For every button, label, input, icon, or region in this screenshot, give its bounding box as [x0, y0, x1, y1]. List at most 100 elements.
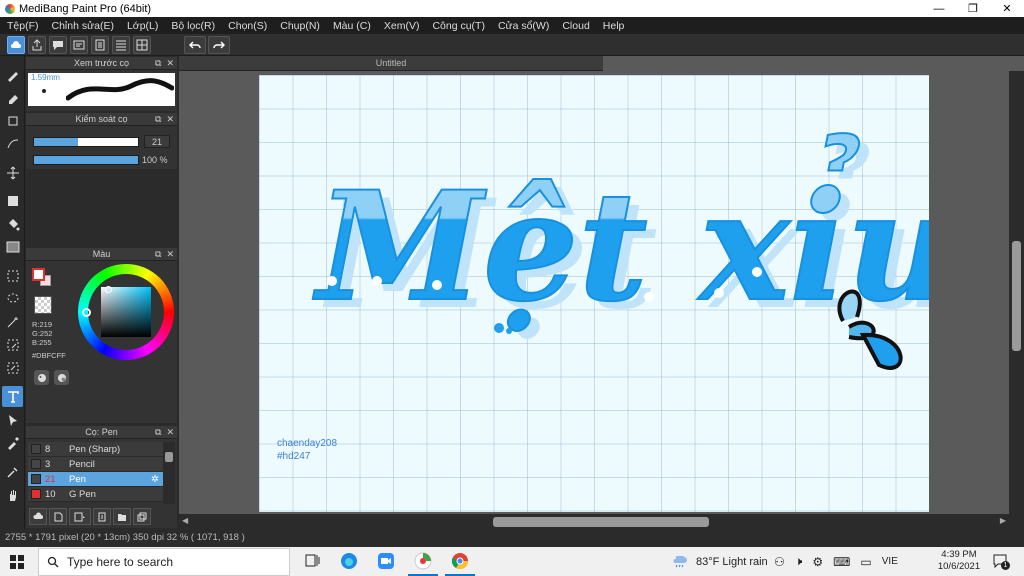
redo-icon[interactable] — [208, 36, 230, 54]
clock[interactable]: 4:39 PM 10/6/2021 — [936, 549, 982, 573]
new-brush-icon[interactable] — [49, 508, 67, 525]
eraser-tool-icon[interactable] — [2, 87, 23, 108]
dropper-tool-icon[interactable] — [2, 432, 23, 453]
menu-file[interactable]: Tệp(F) — [7, 20, 39, 32]
brush-settings-gear-icon[interactable]: ✲ — [151, 474, 159, 485]
medibang-app-icon[interactable] — [408, 552, 438, 576]
brush-size-value[interactable]: 21 — [144, 135, 170, 148]
close-panel-icon[interactable]: ✕ — [166, 249, 174, 260]
cloud-brush-icon[interactable] — [29, 508, 47, 525]
cloud-icon[interactable] — [7, 36, 25, 54]
folder-icon[interactable] — [113, 508, 131, 525]
text-tool-icon[interactable] — [2, 386, 23, 407]
lasso-tool-icon[interactable] — [2, 288, 23, 309]
brush-list-item[interactable]: 10 G Pen — [28, 487, 163, 502]
duplicate-brush-icon[interactable] — [133, 508, 151, 525]
keyboard-icon[interactable]: ⌨ — [833, 555, 850, 569]
move-tool-icon[interactable] — [2, 162, 23, 183]
list-icon[interactable] — [112, 36, 130, 54]
display-icon[interactable]: ▭ — [860, 555, 871, 569]
palette-settings-icon[interactable] — [54, 370, 69, 385]
select-pen-icon[interactable] — [2, 334, 23, 355]
share-icon[interactable] — [28, 36, 46, 54]
menu-cloud[interactable]: Cloud — [562, 20, 589, 32]
windows-start-icon[interactable] — [10, 555, 24, 569]
grid-icon[interactable] — [133, 36, 151, 54]
language-indicator[interactable]: VIE — [882, 556, 898, 567]
scroll-right-arrow-icon[interactable]: ▶ — [1000, 516, 1006, 525]
saturation-square[interactable] — [101, 287, 151, 337]
brush-list-panel: Cọ: Pen ⧉ ✕ 8 Pen (Sharp) 3 Pencil 21 Pen ✲ 10 G … — [26, 426, 177, 528]
horizontal-scroll-thumb[interactable] — [493, 517, 709, 527]
close-panel-icon[interactable]: ✕ — [166, 427, 174, 438]
people-icon[interactable]: ⚇ — [774, 555, 785, 569]
add-brush-icon[interactable] — [69, 508, 91, 525]
edge-browser-icon[interactable] — [340, 552, 358, 570]
hue-selector[interactable] — [82, 308, 91, 317]
brush-list-scrollbar[interactable] — [163, 442, 175, 504]
bucket-tool-icon[interactable] — [2, 213, 23, 234]
brush-size-label: 1.59mm — [31, 73, 60, 82]
brush-size-slider[interactable] — [33, 137, 139, 147]
vertical-scrollbar[interactable] — [1009, 71, 1024, 514]
foreground-color-swatch[interactable] — [32, 268, 45, 281]
shape-tool-icon[interactable] — [2, 110, 23, 131]
menu-color[interactable]: Màu (C) — [333, 20, 371, 32]
menu-help[interactable]: Help — [603, 20, 625, 32]
eyedropper-icon[interactable] — [2, 461, 23, 482]
brush-tool-icon[interactable] — [2, 64, 23, 85]
popout-icon[interactable]: ⧉ — [155, 249, 161, 260]
brush-list-item[interactable]: 3 Pencil — [28, 457, 163, 472]
close-panel-icon[interactable]: ✕ — [166, 114, 174, 125]
select-tool-icon[interactable] — [2, 265, 23, 286]
weather-text[interactable]: 83°F Light rain — [696, 556, 768, 568]
menu-select[interactable]: Chọn(S) — [228, 20, 267, 32]
menu-layer[interactable]: Lớp(L) — [127, 20, 158, 32]
color-wheel[interactable] — [78, 264, 174, 360]
menu-filter[interactable]: Bộ lọc(R) — [171, 20, 215, 32]
close-button[interactable]: ✕ — [990, 0, 1024, 17]
taskbar-search[interactable]: Type here to search — [38, 548, 290, 576]
lettering-artwork: Mệt xỉu Mệt xỉu — [311, 132, 929, 370]
select-eraser-icon[interactable] — [2, 357, 23, 378]
opacity-slider[interactable] — [33, 155, 139, 165]
scroll-left-arrow-icon[interactable]: ◀ — [182, 516, 188, 525]
brush-control-panel: Kiểm soát cọ ⧉ ✕ 21 100 % — [26, 113, 177, 169]
settings-icon[interactable]: ⚙ — [812, 555, 823, 569]
palette-icon[interactable] — [34, 370, 49, 385]
brush-list-item[interactable]: 8 Pen (Sharp) — [28, 442, 163, 457]
task-view-icon[interactable] — [304, 552, 322, 570]
popout-icon[interactable]: ⧉ — [155, 427, 161, 438]
brush-settings-icon[interactable] — [93, 508, 111, 525]
volume-muted-icon[interactable]: 🕨 — [795, 554, 803, 569]
menu-window[interactable]: Cửa sổ(W) — [498, 20, 549, 32]
comment-icon[interactable] — [49, 36, 67, 54]
saturation-selector[interactable] — [105, 286, 112, 293]
menu-edit[interactable]: Chỉnh sửa(E) — [52, 20, 114, 32]
close-panel-icon[interactable]: ✕ — [166, 58, 174, 69]
menu-view[interactable]: Xem(V) — [384, 20, 420, 32]
popout-icon[interactable]: ⧉ — [155, 114, 161, 125]
operation-tool-icon[interactable] — [2, 409, 23, 430]
drawing-canvas[interactable]: Mệt xỉu Mệt xỉu chaenday208 #hd247 — [259, 75, 929, 512]
chrome-browser-icon[interactable] — [445, 552, 475, 576]
curve-tool-icon[interactable] — [2, 133, 23, 154]
fill-rect-tool-icon[interactable] — [2, 190, 23, 211]
undo-icon[interactable] — [184, 36, 206, 54]
gradient-tool-icon[interactable] — [2, 236, 23, 257]
minimize-button[interactable]: — — [922, 0, 956, 17]
zoom-app-icon[interactable] — [377, 552, 395, 570]
popout-icon[interactable]: ⧉ — [155, 58, 161, 69]
maximize-button[interactable]: ❐ — [956, 0, 990, 17]
document-icon[interactable] — [91, 36, 109, 54]
magic-wand-icon[interactable] — [2, 311, 23, 332]
hand-tool-icon[interactable] — [2, 484, 23, 505]
horizontal-scrollbar[interactable]: ◀ ▶ — [179, 514, 1024, 529]
menu-snap[interactable]: Chụp(N) — [280, 20, 320, 32]
notification-icon[interactable]: 1 — [992, 553, 1010, 570]
message-icon[interactable] — [70, 36, 88, 54]
menu-tools[interactable]: Công cụ(T) — [432, 20, 485, 32]
vertical-scroll-thumb[interactable] — [1012, 241, 1021, 351]
brush-list-item[interactable]: 21 Pen ✲ — [28, 472, 163, 487]
document-tab[interactable]: Untitled — [179, 56, 603, 71]
